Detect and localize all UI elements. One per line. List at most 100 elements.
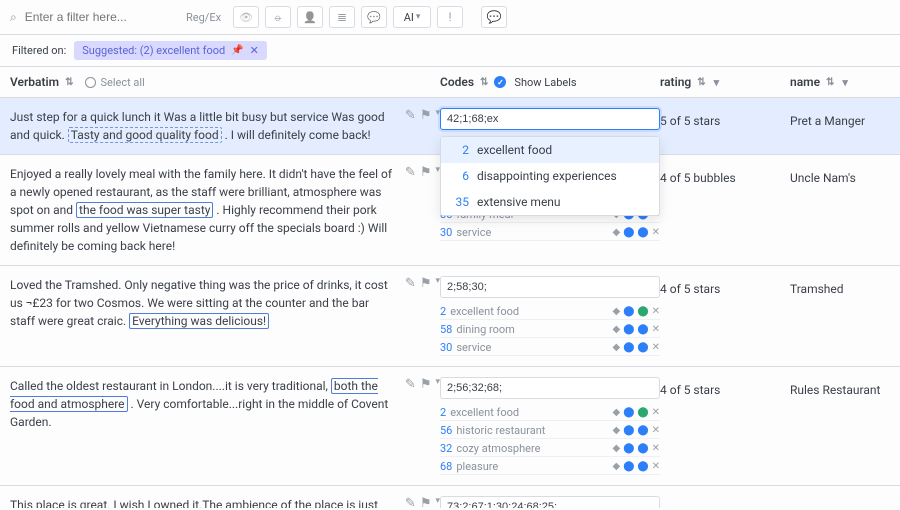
codes-input[interactable]	[440, 108, 660, 130]
hide-button[interactable]	[265, 6, 291, 28]
codes-input[interactable]	[440, 496, 660, 508]
alert-button[interactable]	[437, 6, 463, 28]
codes-input[interactable]	[440, 377, 660, 399]
verbatim-actions: ✎⚑▾	[405, 496, 440, 508]
diamond-icon[interactable]: ◆	[613, 306, 621, 317]
header-name[interactable]: name ⇅ ▾	[790, 75, 900, 89]
codes-cell	[440, 496, 660, 508]
show-labels-toggle[interactable]: Show Labels	[514, 76, 576, 89]
code-label: pleasure	[456, 460, 498, 473]
remove-code-icon[interactable]: ✕	[652, 227, 660, 238]
highlight-span[interactable]: both the food and atmosphere	[10, 378, 378, 412]
remove-code-icon[interactable]: ✕	[652, 407, 660, 418]
comment-icon[interactable]: ✎	[405, 165, 416, 180]
header-verbatim[interactable]: Verbatim ⇅ Select all	[10, 75, 440, 89]
comment-icon[interactable]: ✎	[405, 377, 416, 392]
diamond-icon[interactable]: ◆	[613, 227, 621, 238]
remove-code-icon[interactable]: ✕	[652, 425, 660, 436]
table-row[interactable]: Loved the Tramshed. Only negative thing …	[0, 266, 900, 367]
thumb-down-icon[interactable]: ⬤	[637, 443, 648, 454]
diamond-icon[interactable]: ◆	[613, 342, 621, 353]
flag-icon[interactable]: ⚑	[420, 165, 432, 180]
eye-icon	[239, 10, 253, 24]
comment-button[interactable]: 💬	[481, 6, 507, 28]
diamond-icon[interactable]: ◆	[613, 461, 621, 472]
flag-icon[interactable]: ⚑	[420, 108, 432, 123]
filter-icon[interactable]: ▾	[714, 76, 720, 89]
pin-icon[interactable]: 📌	[231, 45, 243, 56]
filter-icon[interactable]: ▾	[842, 76, 848, 89]
regex-toggle[interactable]: Reg/Ex	[186, 11, 221, 24]
suggest-label: excellent food	[477, 143, 552, 157]
thumb-up-icon[interactable]: ⬤	[623, 443, 634, 454]
suggest-num: 35	[451, 195, 469, 209]
thumb-down-icon[interactable]: ⬤	[637, 425, 648, 436]
thumb-down-icon[interactable]: ⬤	[637, 306, 648, 317]
suggest-item[interactable]: 6disappointing experiences	[441, 163, 659, 189]
header-rating[interactable]: rating ⇅ ▾	[660, 75, 790, 89]
comment-icon[interactable]: ✎	[405, 276, 416, 291]
sort-icon[interactable]: ⇅	[697, 77, 705, 88]
table-row[interactable]: Just step for a quick lunch it Was a lit…	[0, 98, 900, 155]
speech-icon: 💬	[487, 10, 502, 24]
thumb-up-icon[interactable]: ⬤	[623, 425, 634, 436]
codes-input[interactable]	[440, 276, 660, 298]
thumb-down-icon[interactable]: ⬤	[637, 227, 648, 238]
verbatim-text: Enjoyed a really lovely meal with the fa…	[10, 165, 397, 255]
ai-dropdown[interactable]: AI	[393, 6, 431, 28]
sort-icon[interactable]: ⇅	[480, 77, 488, 88]
chat-button[interactable]	[361, 6, 387, 28]
header-codes-label: Codes	[440, 75, 474, 89]
header-codes[interactable]: Codes ⇅ ✓ Show Labels	[440, 75, 660, 89]
remove-code-icon[interactable]: ✕	[652, 306, 660, 317]
code-num: 30	[440, 341, 452, 354]
sort-icon[interactable]: ⇅	[65, 77, 73, 88]
filter-chip[interactable]: Suggested: (2) excellent food 📌 ✕	[74, 41, 267, 60]
suggest-num: 2	[451, 143, 469, 157]
thumb-up-icon[interactable]: ⬤	[623, 342, 634, 353]
remove-code-icon[interactable]: ✕	[652, 324, 660, 335]
thumb-down-icon[interactable]: ⬤	[637, 342, 648, 353]
show-labels-check-icon[interactable]: ✓	[494, 76, 506, 88]
select-all[interactable]: Select all	[85, 76, 144, 89]
thumb-down-icon[interactable]: ⬤	[637, 324, 648, 335]
thumb-up-icon[interactable]: ⬤	[623, 461, 634, 472]
highlight-span[interactable]: the food was super tasty	[76, 202, 213, 218]
remove-code-icon[interactable]: ✕	[652, 342, 660, 353]
diamond-icon[interactable]: ◆	[613, 407, 621, 418]
flag-icon[interactable]: ⚑	[420, 276, 432, 291]
thumb-up-icon[interactable]: ⬤	[623, 324, 634, 335]
thumb-up-icon[interactable]: ⬤	[623, 227, 634, 238]
suggest-item[interactable]: 2 excellent food	[441, 137, 659, 163]
suggest-item[interactable]: 35extensive menu	[441, 189, 659, 215]
name-cell: Pret a Manger	[790, 108, 900, 144]
codes-cell: 2 excellent food◆⬤⬤✕56 historic restaura…	[440, 377, 660, 475]
show-visible-button[interactable]	[233, 6, 259, 28]
diamond-icon[interactable]: ◆	[613, 443, 621, 454]
table-row[interactable]: Called the oldest restaurant in London..…	[0, 367, 900, 486]
thumb-down-icon[interactable]: ⬤	[637, 461, 648, 472]
flag-icon[interactable]: ⚑	[420, 377, 432, 392]
thumb-up-icon[interactable]: ⬤	[623, 407, 634, 418]
highlight-span[interactable]: Everything was delicious!	[129, 313, 269, 329]
diamond-icon[interactable]: ◆	[613, 425, 621, 436]
lines-button[interactable]	[329, 6, 355, 28]
user-filter-button[interactable]	[297, 6, 323, 28]
verbatim-actions: ✎⚑▾	[405, 108, 440, 123]
filter-input[interactable]	[23, 9, 153, 25]
code-label: service	[456, 226, 491, 239]
thumb-up-icon[interactable]: ⬤	[623, 306, 634, 317]
remove-code-icon[interactable]: ✕	[652, 443, 660, 454]
table-row[interactable]: This place is great. I wish I owned it.T…	[0, 486, 900, 508]
thumb-down-icon[interactable]: ⬤	[637, 407, 648, 418]
code-num: 56	[440, 424, 452, 437]
remove-filter-icon[interactable]: ✕	[250, 44, 259, 57]
remove-code-icon[interactable]: ✕	[652, 461, 660, 472]
comment-icon[interactable]: ✎	[405, 108, 416, 123]
highlight-span[interactable]: Tasty and good quality food	[68, 127, 222, 143]
flag-icon[interactable]: ⚑	[420, 496, 432, 508]
comment-icon[interactable]: ✎	[405, 496, 416, 508]
code-list: 2 excellent food◆⬤⬤✕58 dining room◆⬤⬤✕30…	[440, 304, 660, 356]
sort-icon[interactable]: ⇅	[826, 77, 834, 88]
diamond-icon[interactable]: ◆	[613, 324, 621, 335]
